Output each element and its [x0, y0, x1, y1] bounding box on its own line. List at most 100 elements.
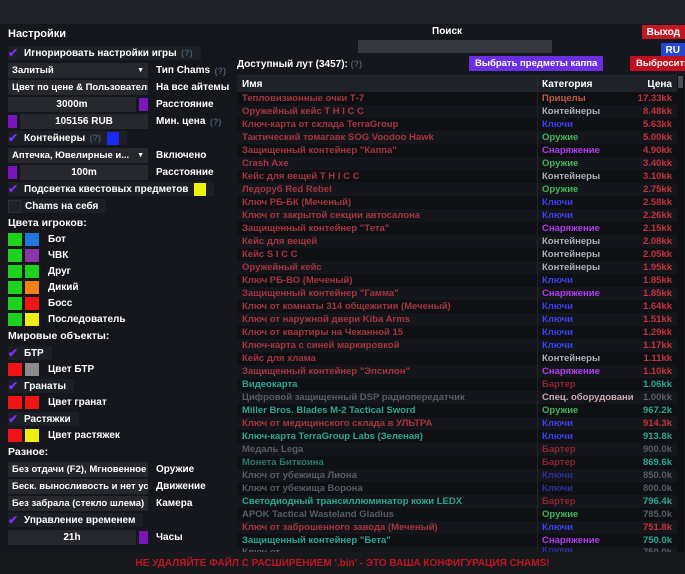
loot-row[interactable]: Ключ от убежища ЛионаКлючи850.0k: [237, 469, 677, 482]
loot-row[interactable]: Кейс для вещейКонтейнеры2.08kk: [237, 235, 677, 248]
loot-row[interactable]: Ключ-карта от склада TerraGroupКлючи5.63…: [237, 118, 677, 131]
column-category[interactable]: Категория: [537, 76, 633, 92]
player-color-swatch[interactable]: [25, 297, 39, 310]
visible-color-swatch[interactable]: [8, 396, 22, 409]
quest-highlight-checkbox[interactable]: ✔ Подсветка квестовых предметов: [8, 182, 214, 196]
loot-row[interactable]: Ключ от комнаты 314 общежития (Меченый)К…: [237, 300, 677, 313]
enabled-categories-dropdown[interactable]: Аптечка, Ювелирные и... ▼: [8, 148, 148, 163]
apply-mode-dropdown[interactable]: Цвет по цене & Пользователь ▼: [8, 80, 148, 95]
drop-all-button[interactable]: Выбросить все: [630, 56, 685, 71]
visible-color-swatch[interactable]: [8, 313, 22, 326]
chams-type-dropdown[interactable]: Залитый ▼: [8, 63, 148, 78]
loot-row[interactable]: Оружейный кейсКонтейнеры1.95kk: [237, 261, 677, 274]
loot-row[interactable]: Crash AxeОружие3.40kk: [237, 157, 677, 170]
help-hint: (?): [210, 117, 222, 127]
time-control-checkbox[interactable]: ✔ Управление временем: [8, 513, 143, 527]
loot-row[interactable]: Кейс для вещей T H I C CКонтейнеры3.10kk: [237, 170, 677, 183]
visible-color-swatch[interactable]: [8, 363, 22, 376]
loot-row[interactable]: Ключ от медицинского склада в УЛЬТРАКлюч…: [237, 417, 677, 430]
loot-row[interactable]: Ключ РБ-ВО (Меченый)Ключи1.85kk: [237, 274, 677, 287]
btr-color-swatch[interactable]: [25, 363, 39, 376]
loot-row[interactable]: Ключ-карта с синей маркировкойКлючи1.17k…: [237, 339, 677, 352]
loot-row[interactable]: Оружейный кейс T H I C CКонтейнеры8.48kk: [237, 105, 677, 118]
select-kappa-items-button[interactable]: Выбрать предметы каппа: [469, 56, 603, 71]
loot-row[interactable]: Защищенный контейнер "Бета"Снаряжение750…: [237, 534, 677, 547]
items-distance-input[interactable]: [8, 97, 136, 112]
player-color-swatch[interactable]: [25, 249, 39, 262]
table-scrollbar[interactable]: [677, 75, 684, 552]
player-color-row-boss: Босс: [8, 297, 234, 310]
loot-row[interactable]: Ледоруб Red RebelОружие2.75kk: [237, 183, 677, 196]
grenades-checkbox[interactable]: ✔ Гранаты: [8, 379, 74, 393]
loot-row[interactable]: Защищенный контейнер "Гамма"Снаряжение1.…: [237, 287, 677, 300]
visible-color-swatch[interactable]: [8, 265, 22, 278]
visible-color-swatch[interactable]: [8, 281, 22, 294]
ignore-game-settings-checkbox[interactable]: ✔ Игнорировать настройки игры (?): [8, 46, 201, 60]
player-color-swatch[interactable]: [25, 281, 39, 294]
loot-row[interactable]: Защищенный контейнер "Эпсилон"Снаряжение…: [237, 365, 677, 378]
min-price-input[interactable]: [20, 114, 148, 129]
loot-row[interactable]: Ключ-карта TerraGroup Labs (Зеленая)Ключ…: [237, 430, 677, 443]
loot-item-category: Ключи: [537, 118, 633, 131]
loot-row[interactable]: Монета БиткоинаБартер869.6k: [237, 456, 677, 469]
loot-row[interactable]: Защищенный контейнер "Каппа"Снаряжение4.…: [237, 144, 677, 157]
apply-mode-row: Цвет по цене & Пользователь ▼ На все айт…: [8, 80, 234, 95]
loot-row[interactable]: Цифровой защищенный DSP радиопередатчикС…: [237, 391, 677, 404]
tripwires-checkbox[interactable]: ✔ Растяжки: [8, 412, 79, 426]
loot-row[interactable]: Медаль LegaБартер900.0k: [237, 443, 677, 456]
column-price[interactable]: Цена: [633, 79, 677, 90]
loot-row[interactable]: Ключ РБ-БК (Меченый)Ключи2.58kk: [237, 196, 677, 209]
weapon-dropdown[interactable]: Без отдачи (F2), Мгновенное п ▼: [8, 462, 148, 477]
loot-item-name: Crash Axe: [237, 158, 537, 169]
btr-checkbox[interactable]: ✔ БТР: [8, 346, 52, 360]
player-color-swatch[interactable]: [25, 233, 39, 246]
tripwire-color-swatch[interactable]: [25, 429, 39, 442]
containers-checkbox[interactable]: ✔ Контейнеры (?): [8, 131, 127, 145]
containers-color-swatch[interactable]: [107, 132, 119, 145]
visible-color-swatch[interactable]: [8, 233, 22, 246]
visible-color-swatch[interactable]: [8, 429, 22, 442]
chams-self-checkbox[interactable]: Chams на себя: [8, 199, 106, 213]
containers-distance-input[interactable]: [20, 165, 148, 180]
loot-row[interactable]: Ключ от закрытой секции автосалонаКлючи2…: [237, 209, 677, 222]
loot-row[interactable]: Ключ от наружной двери Kiba ArmsКлючи1.5…: [237, 313, 677, 326]
grenade-color-swatch[interactable]: [25, 396, 39, 409]
loot-item-name: Ключ от квартиры на Чеканной 15: [237, 327, 537, 338]
column-name[interactable]: Имя: [237, 79, 537, 90]
checkmark-icon: ✔: [8, 47, 24, 59]
search-input[interactable]: [358, 40, 552, 53]
player-color-swatch[interactable]: [25, 265, 39, 278]
language-button[interactable]: RU: [661, 43, 685, 57]
quest-color-swatch[interactable]: [194, 183, 206, 196]
visible-color-swatch[interactable]: [8, 249, 22, 262]
loot-row[interactable]: Ключ от убежища ВоронаКлючи800.0k: [237, 482, 677, 495]
loot-row[interactable]: Ключ от заброшенного завода (Меченый)Клю…: [237, 521, 677, 534]
exit-button[interactable]: Выход: [642, 25, 685, 39]
loot-row[interactable]: Кейс S I C CКонтейнеры2.05kk: [237, 248, 677, 261]
loot-row[interactable]: Ключ от квартиры на Чеканной 15Ключи1.29…: [237, 326, 677, 339]
loot-item-price: 2.15kk: [633, 223, 677, 234]
hours-color-swatch[interactable]: [139, 531, 148, 544]
containers-distance-color-swatch[interactable]: [8, 166, 17, 179]
loot-row[interactable]: Кейс для хламаКонтейнеры1.11kk: [237, 352, 677, 365]
tripwire-color-row: Цвет растяжек: [8, 429, 234, 442]
movement-dropdown[interactable]: Беск. выносливость и нет уста ▼: [8, 479, 148, 494]
distance-color-swatch[interactable]: [139, 98, 148, 111]
min-price-color-swatch[interactable]: [8, 115, 17, 128]
min-price-row: Мин. цена (?): [8, 114, 234, 129]
loot-row[interactable]: Светодиодный трансиллюминатор кожи LEDXБ…: [237, 495, 677, 508]
player-color-swatch[interactable]: [25, 313, 39, 326]
scrollbar-thumb[interactable]: [678, 76, 683, 88]
loot-row[interactable]: Защищенный контейнер "Тета"Снаряжение2.1…: [237, 222, 677, 235]
hours-input[interactable]: [8, 530, 136, 545]
loot-item-name: APOK Tactical Wasteland Gladius: [237, 509, 537, 520]
loot-row[interactable]: Тепловизионные очки Т-7Прицелы17.33kk: [237, 92, 677, 105]
camera-dropdown[interactable]: Без забрала (стекло шлема) ▼: [8, 496, 148, 511]
visible-color-swatch[interactable]: [8, 297, 22, 310]
loot-item-price: 5.63kk: [633, 119, 677, 130]
loot-row[interactable]: ВидеокартаБартер1.06kk: [237, 378, 677, 391]
loot-row[interactable]: APOK Tactical Wasteland GladiusОружие785…: [237, 508, 677, 521]
loot-row[interactable]: Miller Bros. Blades M-2 Tactical SwordОр…: [237, 404, 677, 417]
loot-item-category: Контейнеры: [537, 235, 633, 248]
loot-row[interactable]: Тактический томагавк SOG Voodoo HawkОруж…: [237, 131, 677, 144]
